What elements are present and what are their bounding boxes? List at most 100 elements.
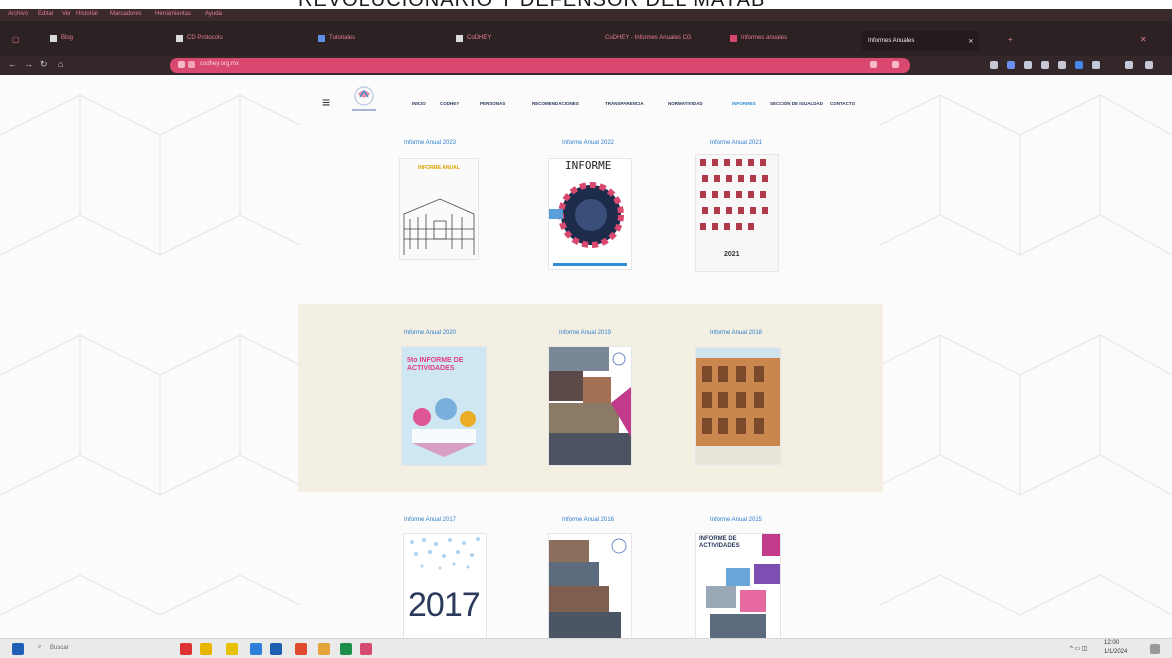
downloads-icon[interactable] — [990, 61, 998, 69]
lock-icon — [188, 61, 195, 68]
cover-building-photo — [696, 358, 780, 464]
start-icon[interactable] — [12, 643, 24, 655]
report-title-2020[interactable]: Informe Anual 2020 — [370, 330, 490, 336]
nav-informes[interactable]: INFORMES — [732, 101, 756, 106]
report-title-2023[interactable]: Informe Anual 2023 — [370, 140, 490, 146]
tab-close-icon[interactable]: ✕ — [968, 38, 973, 45]
browser-chrome: Archivo Editar Ver Historial Marcadores … — [0, 9, 1172, 75]
tab-label: Blog — [61, 35, 74, 41]
site-header: ≡ INICIO CODHEY PERSONAS RECOMENDACIONES… — [300, 85, 880, 117]
menu-marcadores[interactable]: Marcadores — [110, 11, 142, 17]
report-title-2022[interactable]: Informe Anual 2022 — [528, 140, 648, 146]
opera-icon[interactable] — [295, 643, 307, 655]
report-title-2018[interactable]: Informe Anual 2018 — [676, 330, 796, 336]
extension-icon[interactable] — [1125, 61, 1133, 69]
report-cover-2021[interactable]: 2021 — [695, 154, 779, 272]
pinned-app-icon[interactable] — [318, 643, 330, 655]
menu-historial[interactable]: Historial — [76, 11, 98, 17]
store-icon[interactable] — [270, 643, 282, 655]
cover-text: 2017 — [408, 586, 481, 624]
address-bar[interactable]: codhey.org.mx — [170, 58, 910, 73]
extension-icon[interactable] — [1041, 61, 1049, 69]
system-tray-icon[interactable]: ^ ▭ ◫ — [1070, 645, 1088, 652]
home-icon[interactable]: ⌂ — [58, 59, 63, 69]
nav-transparencia[interactable]: TRANSPARENCIA — [605, 101, 644, 106]
tab-informes-anuales[interactable]: Informes anuales — [730, 29, 787, 47]
firefox-icon[interactable] — [360, 643, 372, 655]
bookmark-star-icon[interactable] — [870, 61, 877, 68]
tab-label: CD Protocolo — [187, 35, 223, 41]
report-title-2015[interactable]: Informe Anual 2015 — [676, 517, 796, 523]
menu-herramientas[interactable]: Herramientas — [155, 11, 191, 17]
tab-informes-anuales-active[interactable]: Informes Anuales ✕ — [862, 31, 980, 51]
tab-label: CoDHEY - Informes Anuales CG — [605, 35, 692, 41]
nav-recomendaciones[interactable]: RECOMENDACIONES — [532, 101, 579, 106]
web-page: ≡ INICIO CODHEY PERSONAS RECOMENDACIONES… — [0, 75, 1172, 638]
tab-list-icon[interactable]: ▢ — [12, 35, 20, 44]
menu-editar[interactable]: Editar — [38, 11, 54, 17]
report-cover-2018[interactable] — [695, 347, 781, 465]
extension-icon[interactable] — [1092, 61, 1100, 69]
report-cover-2022[interactable]: INFORME — [548, 158, 632, 270]
menu-ayuda[interactable]: Ayuda — [205, 11, 222, 17]
site-info-icon[interactable] — [178, 61, 185, 68]
forward-icon[interactable]: → — [24, 59, 33, 69]
report-cover-2017[interactable]: 2017 — [403, 533, 487, 638]
nav-codhey[interactable]: CODHEY — [440, 101, 459, 106]
cover-building-illustration — [403, 198, 475, 255]
nav-seccion-igualdad[interactable]: SECCIÓN DE IGUALDAD — [770, 101, 823, 106]
extension-icon[interactable] — [1024, 61, 1032, 69]
edge-icon[interactable] — [250, 643, 262, 655]
menu-icon[interactable] — [1145, 61, 1153, 69]
tab-bar: ▢ Blog CD Protocolo Tutoriales CoDHEY Co… — [0, 21, 1172, 56]
tab-blog[interactable]: Blog — [50, 29, 73, 47]
codhey-logo[interactable] — [344, 85, 384, 117]
report-cover-2016[interactable] — [548, 533, 632, 638]
hamburger-menu-icon[interactable]: ≡ — [322, 94, 330, 110]
cover-circle-illustration — [549, 182, 627, 266]
search-icon[interactable]: ⌕ — [38, 644, 41, 651]
report-cover-2020[interactable]: 5to INFORME DE ACTIVIDADES — [401, 346, 487, 466]
tab-tutoriales[interactable]: Tutoriales — [318, 29, 355, 47]
taskbar-search[interactable]: Buscar — [50, 645, 69, 651]
report-title-2016[interactable]: Informe Anual 2016 — [528, 517, 648, 523]
tab-codhey[interactable]: CoDHEY — [456, 29, 491, 47]
notifications-icon[interactable] — [1150, 644, 1160, 654]
excel-icon[interactable] — [340, 643, 352, 655]
tab-codhey-informes[interactable]: CoDHEY - Informes Anuales CG — [605, 29, 692, 47]
tab-cd-protocolo[interactable]: CD Protocolo — [176, 29, 223, 47]
extension-icon[interactable] — [1007, 61, 1015, 69]
reload-icon[interactable]: ↻ — [40, 59, 48, 70]
pinned-app-icon[interactable] — [200, 643, 212, 655]
url-text[interactable]: codhey.org.mx — [200, 61, 239, 67]
account-icon[interactable] — [1075, 61, 1083, 69]
extension-icon[interactable] — [892, 61, 899, 68]
nav-inicio[interactable]: INICIO — [412, 101, 426, 106]
pinned-app-icon[interactable] — [180, 643, 192, 655]
report-title-2021[interactable]: Informe Anual 2021 — [676, 140, 796, 146]
report-cover-2019[interactable] — [548, 346, 632, 466]
menu-ver[interactable]: Ver — [62, 11, 71, 17]
report-title-2019[interactable]: Informe Anual 2019 — [525, 330, 645, 336]
cover-text: INFORME ANUAL — [418, 165, 460, 171]
back-icon[interactable]: ← — [8, 59, 17, 69]
nav-contacto[interactable]: CONTACTO — [830, 101, 855, 106]
nav-bar: ← → ↻ ⌂ codhey.org.mx — [0, 56, 1172, 75]
tab-label: CoDHEY — [467, 35, 492, 41]
nav-personas[interactable]: PERSONAS — [480, 101, 505, 106]
report-title-2017[interactable]: Informe Anual 2017 — [370, 517, 490, 523]
report-cover-2023[interactable]: INFORME ANUAL — [399, 158, 479, 260]
cover-text: INFORME — [565, 159, 612, 172]
extension-icon[interactable] — [1058, 61, 1066, 69]
browser-menubar: Archivo Editar Ver Historial Marcadores … — [0, 9, 1172, 21]
menu-archivo[interactable]: Archivo — [8, 11, 28, 17]
tab-favicon-icon — [318, 34, 325, 42]
window-close-icon[interactable]: ✕ — [1140, 35, 1147, 44]
tab-favicon-icon — [730, 34, 737, 42]
clock-date[interactable]: 1/1/2024 — [1104, 649, 1127, 655]
clock-time[interactable]: 12:00 — [1104, 640, 1119, 646]
report-cover-2015[interactable]: INFORME DE ACTIVIDADES — [695, 533, 781, 638]
file-explorer-icon[interactable] — [226, 643, 238, 655]
new-tab-icon[interactable]: + — [1008, 35, 1013, 44]
nav-normatividad[interactable]: NORMATIVIDAD — [668, 101, 703, 106]
